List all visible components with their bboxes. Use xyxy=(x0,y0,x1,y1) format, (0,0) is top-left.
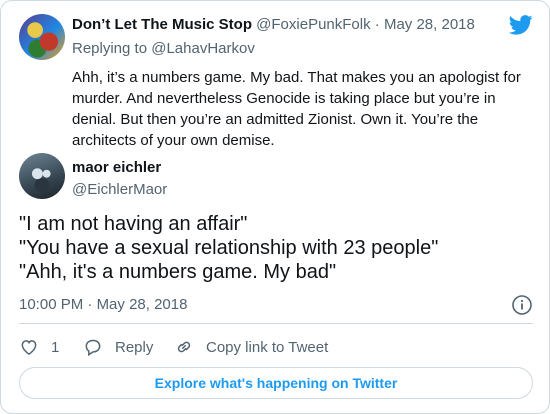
reply-button[interactable]: Reply xyxy=(83,337,153,357)
like-count: 1 xyxy=(51,338,60,356)
tweet-time[interactable]: 10:00 PM xyxy=(19,296,83,313)
heart-icon xyxy=(21,340,37,355)
avatar-eichlermaor[interactable] xyxy=(19,153,65,199)
quoted-display-name[interactable]: Don’t Let The Music Stop xyxy=(72,16,252,33)
quoted-tweet-header: Don’t Let The Music Stop @FoxiePunkFolk … xyxy=(72,16,475,33)
reply-bubble-icon xyxy=(85,339,101,357)
tweet-embed-card: Don’t Let The Music Stop @FoxiePunkFolk … xyxy=(0,0,550,414)
tweet-text-line: "You have a sexual relationship with 23 … xyxy=(19,237,439,259)
copy-link-button[interactable]: Copy link to Tweet xyxy=(174,337,328,357)
info-icon[interactable] xyxy=(511,294,533,316)
quoted-separator: · xyxy=(374,16,380,33)
quoted-date[interactable]: May 28, 2018 xyxy=(384,16,475,33)
link-icon xyxy=(177,341,191,353)
tweet-text-line: "Ahh, it's a numbers game. My bad" xyxy=(19,261,337,283)
quoted-tweet-text: Ahh, it’s a numbers game. My bad. That m… xyxy=(72,69,521,149)
tweet-timestamp[interactable]: 10:00 PM · May 28, 2018 xyxy=(19,296,187,313)
tweet-date[interactable]: May 28, 2018 xyxy=(97,296,188,313)
explore-twitter-button[interactable]: Explore what's happening on Twitter xyxy=(19,367,533,399)
reply-label: Reply xyxy=(115,338,154,356)
like-button[interactable]: 1 xyxy=(19,337,59,357)
replying-to-handle[interactable]: @LahavHarkov xyxy=(151,40,255,57)
tweet-handle[interactable]: @EichlerMaor xyxy=(72,181,167,198)
avatar-foxiepunkfolk[interactable] xyxy=(19,14,65,60)
tweet-timestamp-separator: · xyxy=(87,296,93,313)
divider xyxy=(19,323,533,324)
quoted-handle[interactable]: @FoxiePunkFolk xyxy=(256,16,370,33)
twitter-bird-icon[interactable] xyxy=(509,15,533,35)
replying-to-prefix: Replying to xyxy=(72,40,152,57)
tweet-text: "I am not having an affair" "You have a … xyxy=(19,212,529,284)
copy-link-label: Copy link to Tweet xyxy=(206,338,329,356)
tweet-display-name[interactable]: maor eichler xyxy=(72,159,161,176)
replying-to: Replying to @LahavHarkov xyxy=(72,40,255,57)
tweet-text-line: "I am not having an affair" xyxy=(19,213,248,235)
